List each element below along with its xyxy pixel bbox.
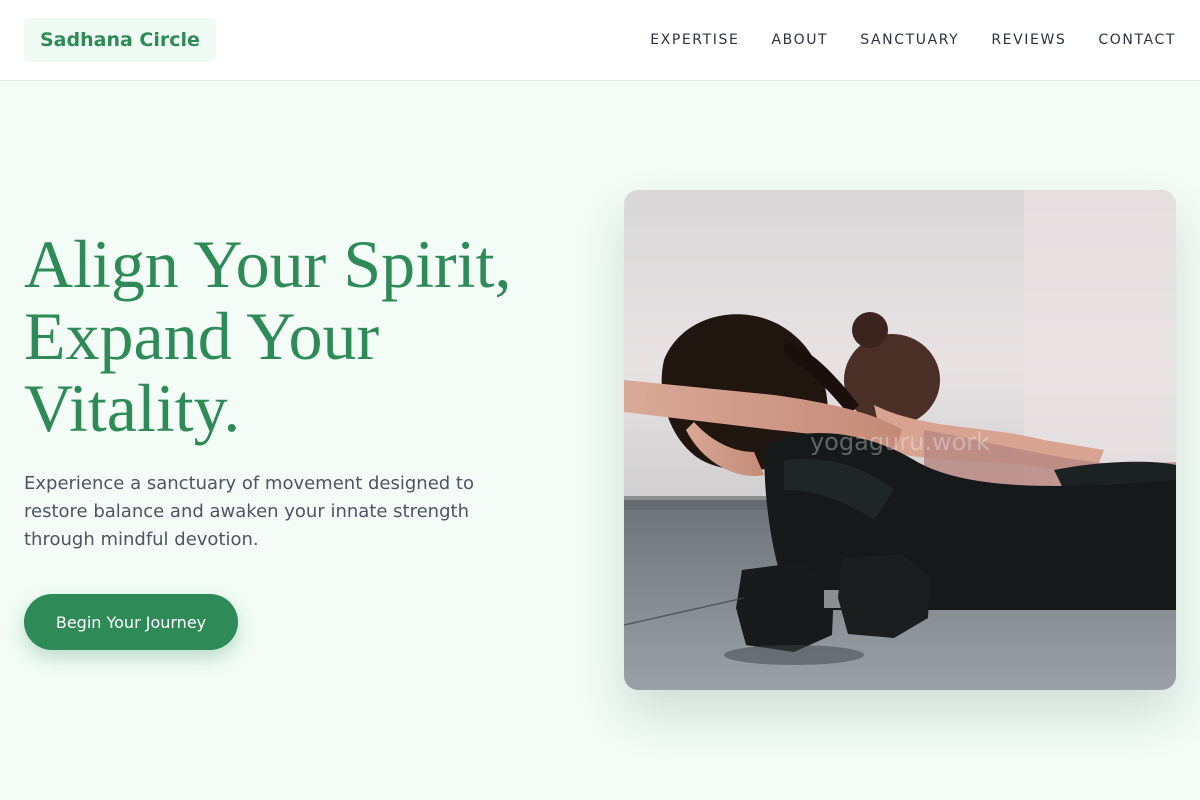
nav-link-sanctuary[interactable]: SANCTUARY — [860, 32, 959, 48]
nav-link-expertise[interactable]: EXPERTISE — [650, 32, 739, 48]
hero-title-line-3: Vitality. — [24, 370, 241, 446]
hero-title: Align Your Spirit, Expand Your Vitality. — [24, 228, 584, 444]
nav-link-about[interactable]: ABOUT — [771, 32, 828, 48]
hero-title-line-1: Align Your Spirit, — [24, 226, 512, 302]
begin-journey-button[interactable]: Begin Your Journey — [24, 594, 238, 650]
hero-image: yogaguru.work — [624, 190, 1176, 690]
nav-link-contact[interactable]: CONTACT — [1098, 32, 1176, 48]
nav-link-reviews[interactable]: REVIEWS — [991, 32, 1066, 48]
hero-title-line-2: Expand Your — [24, 298, 380, 374]
nav-links: EXPERTISE ABOUT SANCTUARY REVIEWS CONTAC… — [650, 0, 1176, 80]
top-nav: Sadhana Circle EXPERTISE ABOUT SANCTUARY… — [0, 0, 1200, 81]
hero-description: Experience a sanctuary of movement desig… — [24, 473, 474, 550]
image-watermark: yogaguru.work — [809, 428, 991, 456]
brand-logo[interactable]: Sadhana Circle — [24, 18, 216, 62]
